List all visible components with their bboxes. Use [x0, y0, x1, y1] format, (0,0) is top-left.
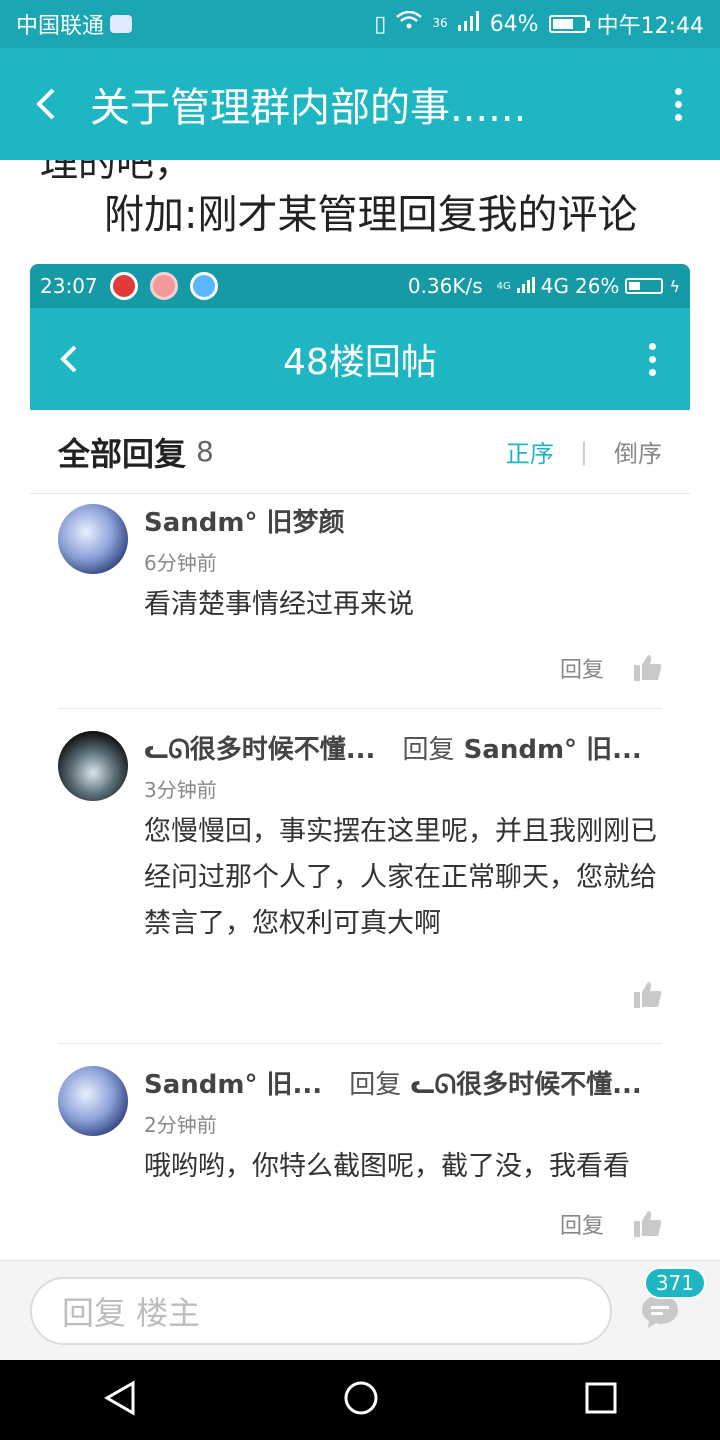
music-app-icon	[109, 272, 138, 300]
page-title: 关于管理群内部的事......	[90, 85, 527, 131]
embedded-status-bar: 23:07 0.36K/s 4G 4G 26% ϟ	[30, 264, 690, 308]
embedded-title: 48楼回帖	[283, 342, 437, 383]
chat-app-icon	[110, 15, 133, 33]
avatar	[58, 731, 128, 801]
carrier-label: 中国联通	[16, 14, 105, 39]
author-name: ᓚᘏ很多时候不懂...	[144, 735, 376, 765]
embedded-battery-percent: 26%	[574, 274, 620, 298]
system-nav-bar	[0, 1360, 720, 1440]
reply-button: 回复	[559, 1214, 604, 1239]
more-vert-icon	[648, 342, 656, 376]
sort-desc-tab: 倒序	[614, 440, 662, 468]
flower-app-icon	[149, 272, 178, 300]
battery-icon	[548, 15, 590, 33]
reply-count: 8	[196, 435, 214, 468]
embedded-back-button	[30, 344, 106, 374]
reply-header-title: 全部回复	[58, 434, 187, 473]
embedded-clock: 23:07	[40, 274, 98, 298]
thumbs-up-icon	[634, 982, 662, 1008]
more-button[interactable]	[636, 48, 720, 160]
reply-word: 回复	[402, 735, 455, 765]
comment-item: Sandm° 旧... 回复 ᓚᘏ很多时候不懂... 2分钟前 哦哟哟，你特么截…	[30, 1044, 690, 1258]
embedded-app-bar: 48楼回帖	[30, 308, 690, 410]
post-text: 附加:刚才某管理回复我的评论	[104, 192, 638, 238]
comment-author: Sandm° 旧... 回复 ᓚᘏ很多时候不懂...	[144, 1064, 662, 1101]
charging-icon: ϟ	[669, 276, 680, 296]
author-name: Sandm° 旧梦颜	[144, 508, 345, 538]
app-bar: 关于管理群内部的事......	[0, 48, 720, 160]
battery-percent: 64%	[489, 11, 539, 37]
comment-author: Sandm° 旧梦颜	[144, 502, 662, 539]
circle-home-icon	[344, 1381, 378, 1415]
network-type: 36	[432, 16, 448, 30]
comments-button[interactable]: 371	[630, 1266, 706, 1341]
more-vert-icon	[674, 87, 682, 121]
back-button[interactable]	[0, 48, 90, 160]
thumbs-up-icon	[634, 655, 662, 681]
sort-divider: |	[579, 437, 588, 466]
comment-text: 哦哟哟，你特么截图呢，截了没，我看看	[144, 1151, 630, 1182]
clock: 中午12:44	[596, 14, 704, 39]
author-name: Sandm° 旧...	[144, 1070, 323, 1100]
embedded-speed: 0.36K/s	[407, 274, 483, 298]
comment-author: ᓚᘏ很多时候不懂... 回复 Sandm° 旧...	[144, 729, 662, 766]
comment-time: 2分钟前	[144, 1113, 217, 1137]
comment-count-badge: 371	[643, 1266, 706, 1299]
weather-app-icon	[189, 272, 218, 300]
wifi-icon	[396, 10, 423, 37]
post-content: 理的吧， 附加:刚才某管理回复我的评论 23:07 0.36K/s 4G 4G …	[0, 160, 720, 1260]
comment-time: 3分钟前	[144, 778, 217, 802]
embedded-network-small: 4G	[496, 280, 511, 292]
status-bar: 中国联通 ▯ 36 64% 中午12:44	[0, 0, 720, 48]
nav-recents-button[interactable]	[585, 1382, 617, 1418]
reply-input[interactable]: 回复 楼主	[30, 1276, 612, 1345]
embedded-signal-icon	[516, 274, 535, 298]
avatar	[58, 1066, 128, 1136]
comment-time: 6分钟前	[144, 551, 217, 575]
avatar	[58, 504, 128, 574]
embedded-network-label: 4G	[540, 274, 569, 298]
embedded-battery-icon	[625, 278, 664, 294]
chevron-left-icon	[60, 345, 77, 373]
nav-home-button[interactable]	[343, 1380, 379, 1420]
comment-text: 您慢慢回，事实摆在这里呢，并且我刚刚已经问过那个人了，人家在正常聊天，您就给禁言…	[144, 816, 657, 939]
vibrate-icon: ▯	[374, 11, 387, 37]
comment-item: Sandm° 旧梦颜 6分钟前 看清楚事情经过再来说 回复	[30, 494, 690, 708]
reply-button: 回复	[559, 658, 604, 683]
bottom-reply-bar: 回复 楼主 371	[0, 1260, 720, 1360]
chevron-left-icon	[36, 88, 55, 120]
reply-header: 全部回复 8 正序 | 倒序	[30, 410, 690, 494]
square-recents-icon	[585, 1382, 617, 1414]
embedded-more-button	[614, 342, 690, 376]
triangle-back-icon	[103, 1380, 135, 1416]
comment-text: 看清楚事情经过再来说	[144, 589, 414, 620]
reply-word: 回复	[349, 1070, 402, 1100]
reply-target: Sandm° 旧...	[463, 735, 642, 765]
sort-asc-tab: 正序	[505, 440, 554, 468]
thumbs-up-icon	[634, 1211, 662, 1237]
signal-icon	[457, 11, 480, 37]
embedded-screenshot[interactable]: 23:07 0.36K/s 4G 4G 26% ϟ 48楼回帖 全部回复 8 正…	[30, 264, 690, 1260]
comment-item: ᓚᘏ很多时候不懂... 回复 Sandm° 旧... 3分钟前 您慢慢回，事实摆…	[30, 709, 690, 1043]
reply-input-placeholder: 回复 楼主	[62, 1293, 201, 1332]
nav-back-button[interactable]	[103, 1380, 137, 1420]
reply-target: ᓚᘏ很多时候不懂...	[410, 1070, 642, 1100]
